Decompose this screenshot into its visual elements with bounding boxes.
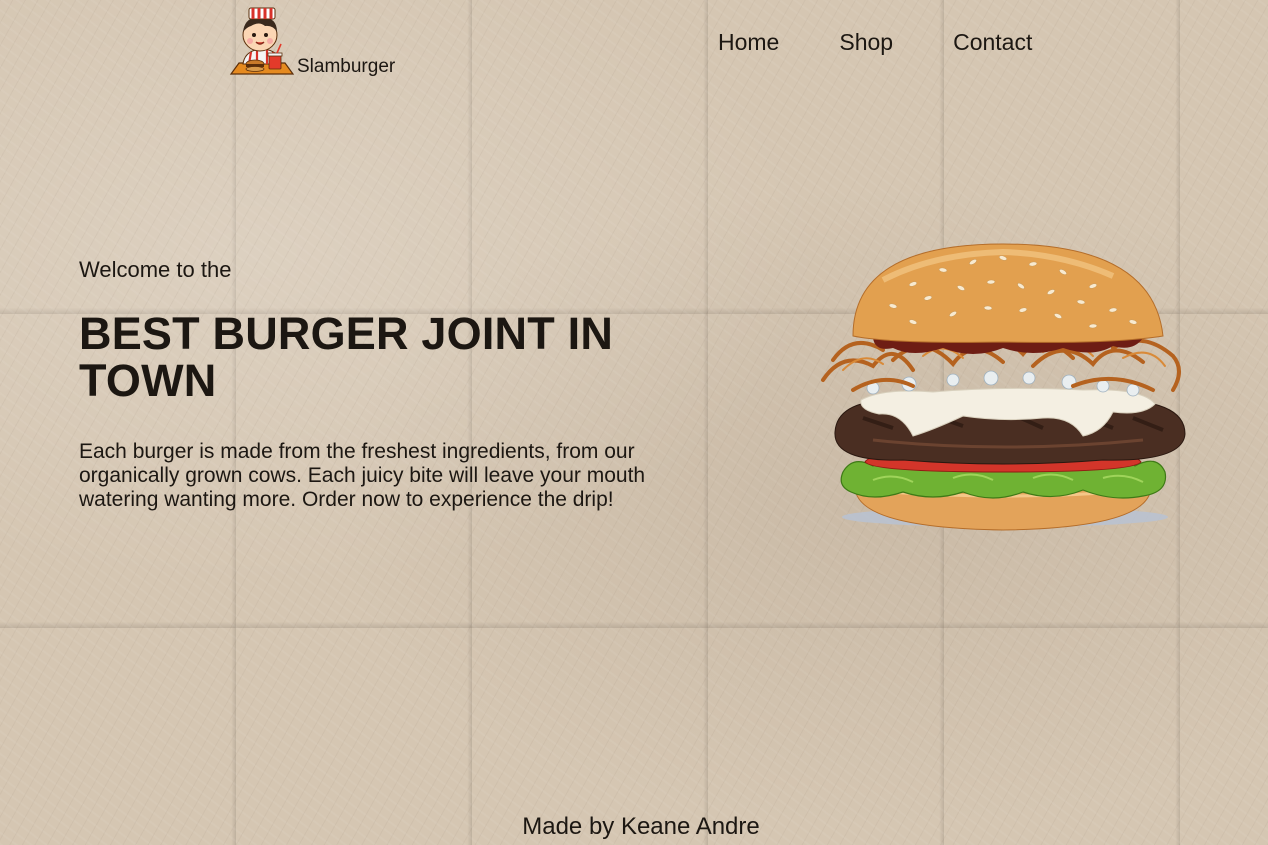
hero-description: Each burger is made from the freshest in… xyxy=(79,440,646,512)
main-nav: Home Shop Contact xyxy=(718,29,1032,56)
nav-home-link[interactable]: Home xyxy=(718,29,779,56)
hero-headline: BEST BURGER JOINT IN TOWN xyxy=(79,308,614,407)
welcome-text: Welcome to the xyxy=(79,257,232,282)
nav-contact-link[interactable]: Contact xyxy=(953,29,1032,56)
mascot-logo-icon xyxy=(229,7,295,75)
hero-section: Welcome to the BEST BURGER JOINT IN TOWN… xyxy=(79,257,679,512)
nav-shop-link[interactable]: Shop xyxy=(839,29,893,56)
footer-credit: Made by Keane Andre xyxy=(522,813,760,840)
brand-name: Slamburger xyxy=(297,56,396,77)
logo[interactable]: Slamburger xyxy=(229,6,395,78)
burger-image xyxy=(821,243,1186,531)
